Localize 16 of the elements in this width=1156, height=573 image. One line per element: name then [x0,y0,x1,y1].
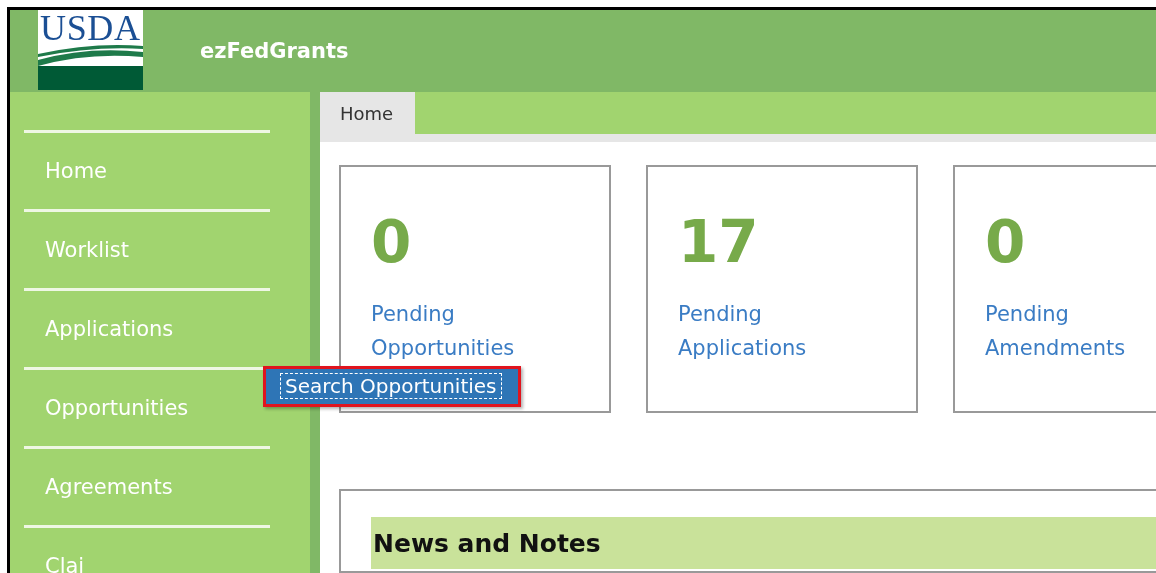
count-number: 0 [371,207,413,277]
sidebar-item[interactable]: Applications [24,288,270,367]
card-link[interactable]: Pending Applications [678,297,848,365]
card-link[interactable]: Pending Amendments [985,297,1155,365]
sidebar-item[interactable]: Clai [24,525,270,573]
sidebar-item[interactable]: Worklist [24,209,270,288]
menu-item[interactable]: Search Opportunities [280,373,502,399]
section-heading: News and Notes [371,517,1156,569]
tab[interactable]: Home [320,92,415,134]
count-number: 17 [678,207,760,277]
sidebar-item[interactable]: Home [24,130,270,209]
count-number: 0 [985,207,1027,277]
logo: USDA [38,10,143,90]
sidebar-item[interactable]: Agreements [24,446,270,525]
app-title: ezFedGrants [200,39,349,63]
card-link[interactable]: Pending Opportunities [371,297,541,365]
